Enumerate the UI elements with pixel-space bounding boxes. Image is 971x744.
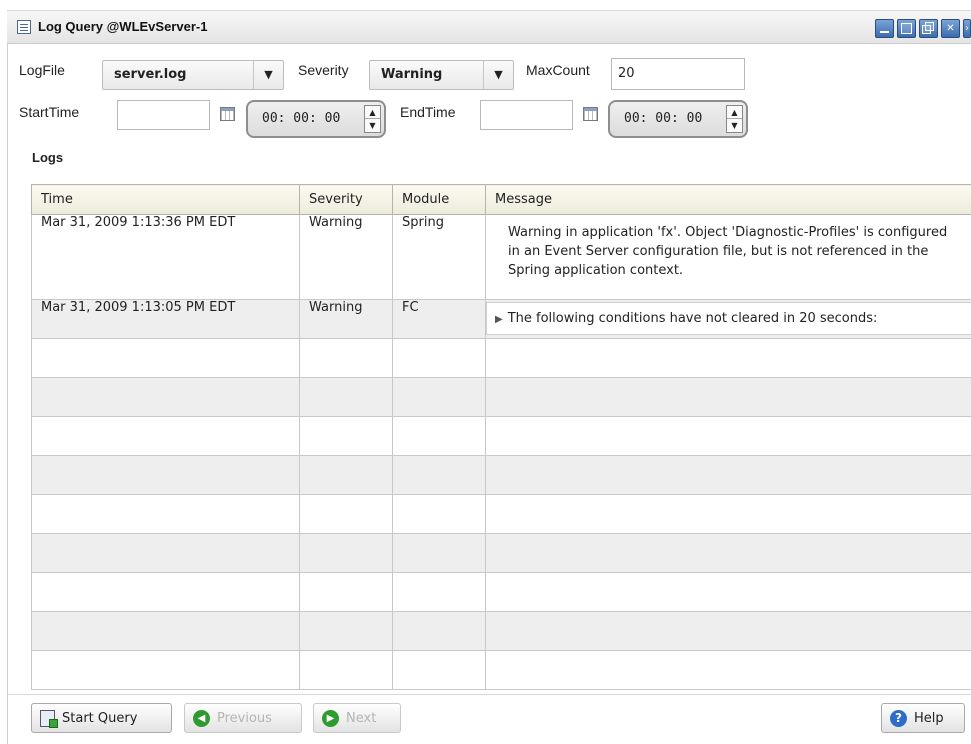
maxcount-value: 20 <box>618 66 635 81</box>
spin-down-icon[interactable]: ▼ <box>365 119 380 132</box>
next-label: Next <box>346 710 377 726</box>
cell-message: Warning in application 'fx'. Object 'Dia… <box>485 214 971 300</box>
spin-down-icon[interactable]: ▼ <box>727 119 742 132</box>
expand-arrow-icon[interactable]: ▶ <box>495 314 503 325</box>
table-row <box>31 494 971 534</box>
chevron-down-icon[interactable]: ▼ <box>483 61 513 89</box>
calendar-icon[interactable] <box>583 107 598 121</box>
cell-time: Mar 31, 2009 1:13:36 PM EDT <box>31 214 300 300</box>
table-row <box>31 572 971 612</box>
logfile-select[interactable]: server.log ▼ <box>102 60 284 90</box>
window-border <box>7 10 8 744</box>
starttime-date-input[interactable] <box>117 100 210 130</box>
start-query-button[interactable]: Start Query <box>31 703 172 733</box>
next-button[interactable]: ▶ Next <box>313 703 401 733</box>
table-row <box>31 338 971 378</box>
starttime-time-spinner[interactable]: 00: 00: 00 ▲ ▼ <box>246 100 386 138</box>
severity-selected-value: Warning <box>381 67 443 82</box>
severity-label: Severity <box>298 62 349 78</box>
cell-message: ▶ The following conditions have not clear… <box>485 299 971 339</box>
table-header-row: Time Severity Module Message <box>31 184 971 215</box>
calendar-icon[interactable] <box>220 107 235 121</box>
column-header-message[interactable]: Message <box>485 184 971 215</box>
column-header-severity[interactable]: Severity <box>299 184 393 215</box>
window-controls: ✕ › <box>875 19 971 38</box>
table-row <box>31 377 971 417</box>
column-header-time[interactable]: Time <box>31 184 300 215</box>
cell-severity: Warning <box>299 299 393 339</box>
help-button[interactable]: ? Help <box>881 703 965 733</box>
cell-module: FC <box>392 299 486 339</box>
endtime-time-spinner[interactable]: 00: 00: 00 ▲ ▼ <box>608 100 748 138</box>
restore-icon[interactable] <box>919 19 938 38</box>
cell-time: Mar 31, 2009 1:13:05 PM EDT <box>31 299 300 339</box>
endtime-date-input[interactable] <box>480 100 573 130</box>
log-window-icon <box>17 20 31 34</box>
maxcount-input[interactable]: 20 <box>611 58 745 90</box>
help-icon: ? <box>890 709 907 727</box>
previous-button[interactable]: ◀ Previous <box>184 703 302 733</box>
arrow-right-icon: ▶ <box>322 709 339 727</box>
spin-up-icon[interactable]: ▲ <box>727 106 742 119</box>
window-title: Log Query @WLEvServer-1 <box>38 19 208 34</box>
table-row[interactable]: Mar 31, 2009 1:13:36 PM EDT Warning Spri… <box>31 214 971 300</box>
logs-table: Time Severity Module Message Mar 31, 200… <box>31 184 971 690</box>
table-row <box>31 650 971 690</box>
endtime-time-value: 00: 00: 00 <box>624 111 703 126</box>
maximize-icon[interactable] <box>897 19 916 38</box>
arrow-left-icon: ◀ <box>193 709 210 727</box>
table-row <box>31 416 971 456</box>
footer-divider <box>8 694 971 695</box>
time-spin-buttons[interactable]: ▲ ▼ <box>726 105 743 133</box>
maxcount-label: MaxCount <box>526 62 590 78</box>
table-row[interactable]: Mar 31, 2009 1:13:05 PM EDT Warning FC ▶… <box>31 299 971 339</box>
table-row <box>31 455 971 495</box>
logfile-selected-value: server.log <box>114 67 187 82</box>
table-row <box>31 533 971 573</box>
spin-up-icon[interactable]: ▲ <box>365 106 380 119</box>
logfile-label: LogFile <box>19 62 65 78</box>
detach-icon[interactable]: › <box>963 19 971 38</box>
logs-section-title: Logs <box>32 150 64 165</box>
table-row <box>31 611 971 651</box>
starttime-label: StartTime <box>19 104 80 120</box>
severity-select[interactable]: Warning ▼ <box>369 60 514 90</box>
time-spin-buttons[interactable]: ▲ ▼ <box>364 105 381 133</box>
window-titlebar: Log Query @WLEvServer-1 ✕ › <box>7 10 971 44</box>
chevron-down-icon[interactable]: ▼ <box>253 61 283 89</box>
previous-label: Previous <box>217 710 272 726</box>
message-text: Warning in application 'fx'. Object 'Dia… <box>486 215 971 284</box>
message-text: The following conditions have not cleare… <box>507 311 878 326</box>
help-label: Help <box>914 710 944 726</box>
minimize-icon[interactable] <box>875 19 894 38</box>
start-query-icon <box>40 709 58 728</box>
cell-module: Spring <box>392 214 486 300</box>
starttime-time-value: 00: 00: 00 <box>262 111 341 126</box>
endtime-label: EndTime <box>400 104 456 120</box>
cell-severity: Warning <box>299 214 393 300</box>
close-window-icon[interactable]: ✕ <box>941 19 960 38</box>
column-header-module[interactable]: Module <box>392 184 486 215</box>
start-query-label: Start Query <box>62 710 138 726</box>
